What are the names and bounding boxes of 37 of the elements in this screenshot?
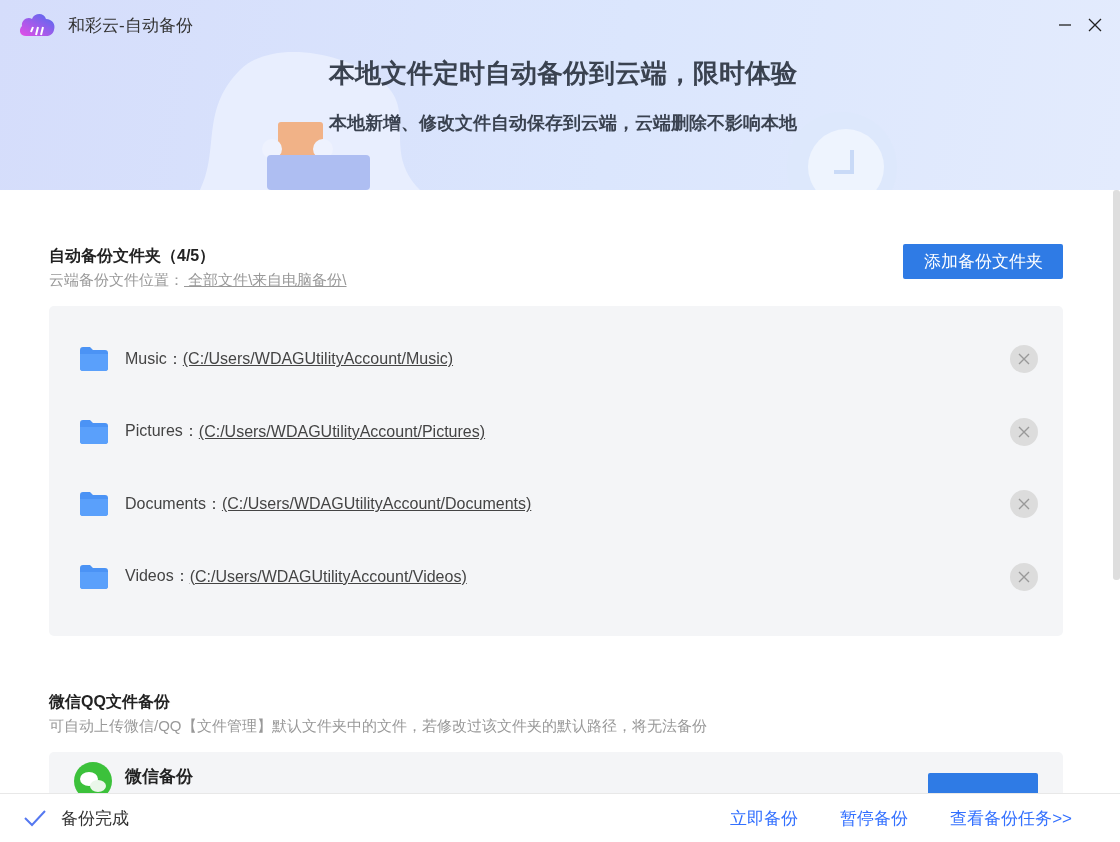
folder-path-link[interactable]: (C:/Users/WDAGUtilityAccount/Music)	[182, 350, 454, 369]
window-title: 和彩云-自动备份	[68, 14, 194, 37]
backup-location-text: 云端备份文件位置： 全部文件\来自电脑备份\	[49, 270, 347, 290]
folder-icon	[80, 492, 108, 517]
folder-icon	[80, 419, 108, 444]
scrollbar-thumb[interactable]	[1113, 190, 1120, 580]
folder-icon	[80, 347, 108, 372]
section-description: 可自动上传微信/QQ【文件管理】默认文件夹中的文件，若修改过该文件夹的默认路径，将无法备份	[49, 716, 708, 736]
remove-button[interactable]	[1010, 490, 1038, 519]
folder-name: Pictures：	[125, 421, 199, 442]
close-icon	[1018, 570, 1030, 583]
folder-path-link[interactable]: (C:/Users/WDAGUtilityAccount/Pictures)	[198, 422, 486, 441]
banner-headline: 本地文件定时自动备份到云端，限时体验	[328, 57, 798, 90]
footer-action-link[interactable]: 暂停备份	[840, 806, 909, 830]
remove-button[interactable]	[1010, 417, 1038, 446]
close-icon	[1088, 18, 1102, 32]
folder-icon	[80, 564, 108, 589]
close-icon	[1018, 353, 1030, 366]
remove-button[interactable]	[1010, 345, 1038, 374]
backup-status-text: 备份完成	[61, 807, 130, 830]
footer-action-link[interactable]: 立即备份	[730, 806, 799, 830]
close-icon	[1018, 498, 1030, 511]
remove-button[interactable]	[1010, 562, 1038, 591]
folder-name: Videos：	[125, 566, 190, 587]
wechat-backup-title: 微信备份	[125, 766, 193, 788]
add-folder-button[interactable]: 添加备份文件夹	[903, 244, 1063, 279]
footer-action-link[interactable]: 查看备份任务>>	[950, 806, 1072, 830]
folder-name: Music：	[125, 348, 183, 369]
section-title: 自动备份文件夹（4/5）	[49, 246, 217, 266]
folder-path-link[interactable]: (C:/Users/WDAGUtilityAccount/Documents)	[221, 495, 532, 514]
folder-name: Documents：	[125, 493, 222, 514]
folder-path-link[interactable]: (C:/Users/WDAGUtilityAccount/Videos)	[189, 567, 467, 586]
backup-location-link[interactable]: 全部文件\来自电脑备份\	[184, 271, 347, 288]
close-icon	[1018, 425, 1030, 438]
checkmark-icon	[24, 809, 46, 827]
section-title: 微信QQ文件备份	[49, 692, 171, 712]
banner-subtitle: 本地新增、修改文件自动保存到云端，云端删除不影响本地	[328, 112, 798, 135]
